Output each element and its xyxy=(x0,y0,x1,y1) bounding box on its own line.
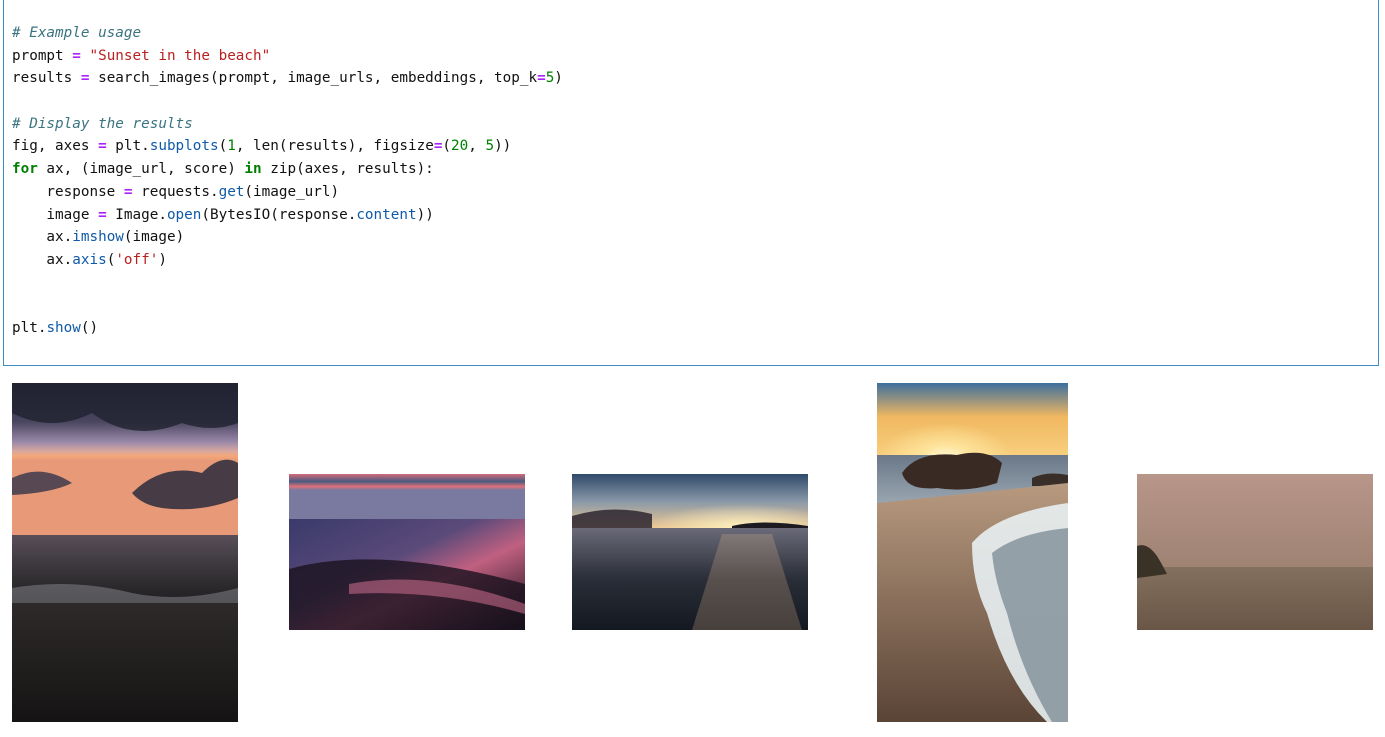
code-token-plain: ax xyxy=(12,251,64,268)
code-line: # Display the results xyxy=(12,113,563,136)
code-token-plain: response xyxy=(12,183,124,200)
code-token-num: 5 xyxy=(545,70,555,87)
result-image-2 xyxy=(289,474,525,630)
code-line: image = Image.open(BytesIO(response.cont… xyxy=(12,204,563,227)
code-token-comment: # Example usage xyxy=(12,25,142,41)
code-token-num: 1 xyxy=(227,138,236,155)
code-token-plain: requests xyxy=(132,183,210,200)
code-line: plt.show() xyxy=(12,317,563,340)
code-token-plain: , xyxy=(468,138,486,155)
code-line: results = search_images(prompt, image_ur… xyxy=(12,67,563,90)
code-token-plain: image xyxy=(12,206,99,223)
code-token-plain: zip(axes, results): xyxy=(261,161,434,178)
code-token-plain: ( xyxy=(218,138,228,155)
result-image-1 xyxy=(12,383,238,722)
code-token-plain: )) xyxy=(494,138,512,155)
code-token-plain: () xyxy=(80,319,99,336)
code-token-op: = xyxy=(123,183,133,200)
code-token-plain: ) xyxy=(158,251,167,268)
code-token-plain: . xyxy=(158,206,167,223)
result-image-3 xyxy=(572,474,808,630)
code-line: prompt = "Sunset in the beach" xyxy=(12,45,563,68)
code-token-plain: , len(results), figsize xyxy=(235,138,434,155)
code-token-plain: search_images(prompt, image_urls, embedd… xyxy=(89,70,538,87)
code-token-comment: # Display the results xyxy=(12,115,193,132)
code-token-plain: . xyxy=(63,251,73,268)
code-token-num: 20 xyxy=(451,138,469,155)
code-token-op: = xyxy=(537,70,546,87)
code-token-kw: for xyxy=(12,161,38,178)
code-token-plain: (image_url) xyxy=(244,183,340,200)
code-line: response = requests.get(image_url) xyxy=(12,181,563,204)
code-line: # Example usage xyxy=(12,22,563,45)
code-token-plain: ax xyxy=(12,229,64,246)
output-area xyxy=(0,370,1385,737)
code-line: ax.axis('off') xyxy=(12,249,563,272)
code-token-string: "Sunset in the beach" xyxy=(89,47,271,64)
code-line: fig, axes = plt.subplots(1, len(results)… xyxy=(12,135,563,158)
code-token-attr: imshow xyxy=(72,229,124,246)
code-token-plain: . xyxy=(209,183,219,200)
code-token-plain: Image xyxy=(106,206,159,223)
code-token-plain: plt xyxy=(106,138,142,155)
code-token-attr: subplots xyxy=(149,138,219,155)
code-token-attr: open xyxy=(166,206,202,223)
code-token-op: = xyxy=(98,138,107,155)
code-token-attr: get xyxy=(218,183,245,200)
result-image-5 xyxy=(1137,474,1373,630)
code-token-op: = xyxy=(72,47,81,64)
code-token-plain: . xyxy=(63,229,73,246)
code-editor[interactable]: # Example usage prompt = "Sunset in the b… xyxy=(12,22,563,340)
result-image-4 xyxy=(877,383,1068,722)
code-token-attr: content xyxy=(356,206,417,223)
code-token-plain: plt xyxy=(12,319,38,336)
code-line: ax.imshow(image) xyxy=(12,226,563,249)
code-token-attr: show xyxy=(46,319,81,336)
code-token-plain: fig, axes xyxy=(12,138,99,155)
code-cell[interactable]: # Example usage prompt = "Sunset in the b… xyxy=(3,0,1379,366)
code-token-plain: (image) xyxy=(123,229,185,246)
code-token-plain: )) xyxy=(416,206,434,223)
code-token-plain: ( xyxy=(442,138,452,155)
code-token-op: = xyxy=(98,206,107,223)
code-token-plain: ) xyxy=(554,70,563,87)
code-line: for ax, (image_url, score) in zip(axes, … xyxy=(12,158,563,181)
code-token-plain: . xyxy=(141,138,150,155)
code-token-plain: prompt xyxy=(12,47,73,64)
code-token-plain: results xyxy=(12,70,81,87)
code-token-num: 5 xyxy=(485,138,495,155)
code-token-kw: in xyxy=(244,161,262,178)
code-token-plain: (BytesIO(response xyxy=(201,206,348,223)
code-token-attr: axis xyxy=(72,251,107,268)
code-token-plain: ax, (image_url, score) xyxy=(37,161,245,178)
code-token-string: 'off' xyxy=(115,251,159,268)
